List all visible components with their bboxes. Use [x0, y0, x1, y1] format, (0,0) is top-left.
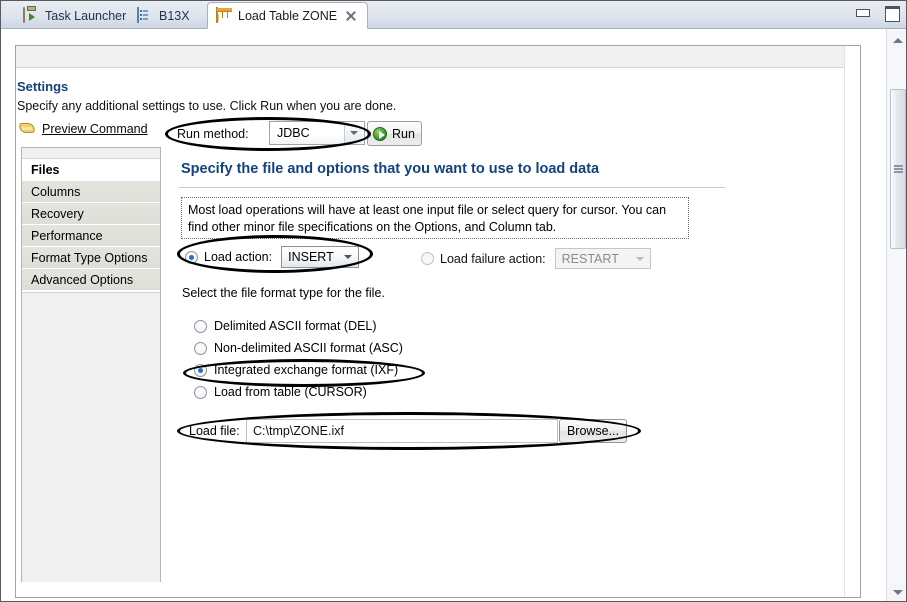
load-action-dropdown[interactable]: INSERT	[281, 246, 360, 268]
scroll-down-arrow-icon[interactable]	[889, 583, 906, 601]
format-option-label: Delimited ASCII format (DEL)	[214, 319, 377, 333]
load-failure-action-radio[interactable]	[421, 252, 434, 265]
sidebar-item-label: Format Type Options	[31, 251, 148, 265]
load-failure-action-dropdown: RESTART	[554, 248, 651, 269]
preview-command-link[interactable]: Preview Command	[42, 122, 148, 136]
format-radio[interactable]	[194, 319, 207, 333]
chevron-down-icon[interactable]	[344, 123, 362, 143]
sidebar-item-columns[interactable]: Columns	[22, 181, 160, 203]
editor-tab-bar: Task Launcher B13X Load Table ZONE	[1, 1, 906, 29]
preview-command-row[interactable]: Preview Command	[18, 121, 148, 137]
clipboard-icon	[23, 7, 39, 24]
load-failure-action-label: Load failure action:	[440, 251, 546, 266]
sidebar-item-label: Columns	[31, 185, 81, 199]
settings-title: Settings	[17, 79, 69, 94]
scrollbar-grip-icon	[894, 165, 903, 167]
chevron-down-icon[interactable]	[341, 247, 355, 267]
load-action-radio[interactable]	[185, 250, 198, 264]
sidebar-item-advanced-options[interactable]: Advanced Options	[22, 269, 160, 291]
maximize-button[interactable]	[883, 5, 900, 22]
format-option-cursor[interactable]: Load from table (CURSOR)	[194, 381, 403, 403]
vertical-scrollbar[interactable]	[886, 29, 906, 601]
section-list-top-strip	[22, 148, 160, 159]
table-icon	[216, 6, 232, 24]
sidebar-item-format-type-options[interactable]: Format Type Options	[22, 247, 160, 269]
load-failure-action-value: RESTART	[561, 251, 619, 266]
flag-icon	[18, 121, 37, 137]
settings-panel-header-strip	[16, 46, 860, 68]
document-list-icon	[137, 7, 153, 24]
tab-task-launcher[interactable]: Task Launcher	[15, 3, 136, 29]
sidebar-item-recovery[interactable]: Recovery	[22, 203, 160, 225]
format-option-label: Load from table (CURSOR)	[214, 385, 367, 399]
sidebar-item-label: Advanced Options	[31, 273, 134, 287]
close-icon[interactable]	[345, 10, 357, 22]
format-option-label: Non-delimited ASCII format (ASC)	[214, 341, 403, 355]
load-action-row[interactable]: Load action: INSERT	[185, 246, 360, 268]
window-controls	[854, 5, 900, 22]
sidebar-item-files[interactable]: Files	[22, 159, 160, 181]
section-list-empty-area	[22, 292, 160, 582]
browse-button[interactable]: Browse...	[559, 419, 627, 443]
info-message: Most load operations will have at least …	[181, 197, 689, 239]
run-button-label: Run	[392, 126, 415, 141]
run-method-label: Run method:	[177, 127, 249, 141]
tab-b13x[interactable]: B13X	[129, 3, 200, 29]
settings-section-list: Files Columns Recovery Performance Forma…	[21, 147, 161, 582]
load-action-label: Load action:	[204, 250, 273, 264]
load-file-label: Load file:	[189, 424, 240, 438]
sidebar-item-label: Performance	[31, 229, 103, 243]
files-settings-pane: Specify the file and options that you wa…	[169, 147, 843, 582]
load-action-value: INSERT	[288, 250, 334, 264]
format-radio[interactable]	[194, 341, 207, 355]
editor-body: Settings Specify any additional settings…	[1, 29, 906, 601]
page-title: Specify the file and options that you wa…	[181, 161, 600, 177]
sidebar-item-label: Files	[31, 163, 60, 177]
scrollbar-thumb[interactable]	[890, 89, 906, 249]
format-option-del[interactable]: Delimited ASCII format (DEL)	[194, 315, 403, 337]
run-method-value: JDBC	[277, 126, 310, 140]
load-failure-action-row[interactable]: Load failure action: RESTART	[421, 248, 651, 269]
settings-subtitle: Specify any additional settings to use. …	[17, 99, 397, 113]
scroll-up-arrow-icon[interactable]	[889, 31, 906, 49]
settings-panel-scroll-gutter[interactable]	[844, 46, 860, 597]
format-option-ixf[interactable]: Integrated exchange format (IXF)	[194, 359, 403, 381]
format-radio[interactable]	[194, 385, 207, 399]
minimize-button[interactable]	[854, 5, 871, 20]
format-option-asc[interactable]: Non-delimited ASCII format (ASC)	[194, 337, 403, 359]
tab-label: Task Launcher	[45, 9, 127, 23]
chevron-down-icon	[634, 249, 646, 268]
run-method-dropdown[interactable]: JDBC	[269, 121, 365, 145]
tab-label: B13X	[159, 9, 190, 23]
title-divider	[179, 187, 725, 188]
tab-label: Load Table ZONE	[238, 8, 338, 23]
format-option-label: Integrated exchange format (IXF)	[214, 363, 399, 377]
run-button[interactable]: Run	[367, 121, 422, 146]
file-format-radio-group: Delimited ASCII format (DEL) Non-delimit…	[194, 315, 403, 403]
application-window: Task Launcher B13X Load Table ZONE Setti…	[0, 0, 907, 602]
play-icon	[373, 126, 387, 141]
format-hint-text: Select the file format type for the file…	[182, 286, 385, 300]
sidebar-item-performance[interactable]: Performance	[22, 225, 160, 247]
tab-load-table-zone[interactable]: Load Table ZONE	[207, 2, 369, 29]
format-radio[interactable]	[194, 363, 207, 377]
load-file-input[interactable]: C:\tmp\ZONE.ixf	[246, 419, 558, 443]
sidebar-item-label: Recovery	[31, 207, 84, 221]
